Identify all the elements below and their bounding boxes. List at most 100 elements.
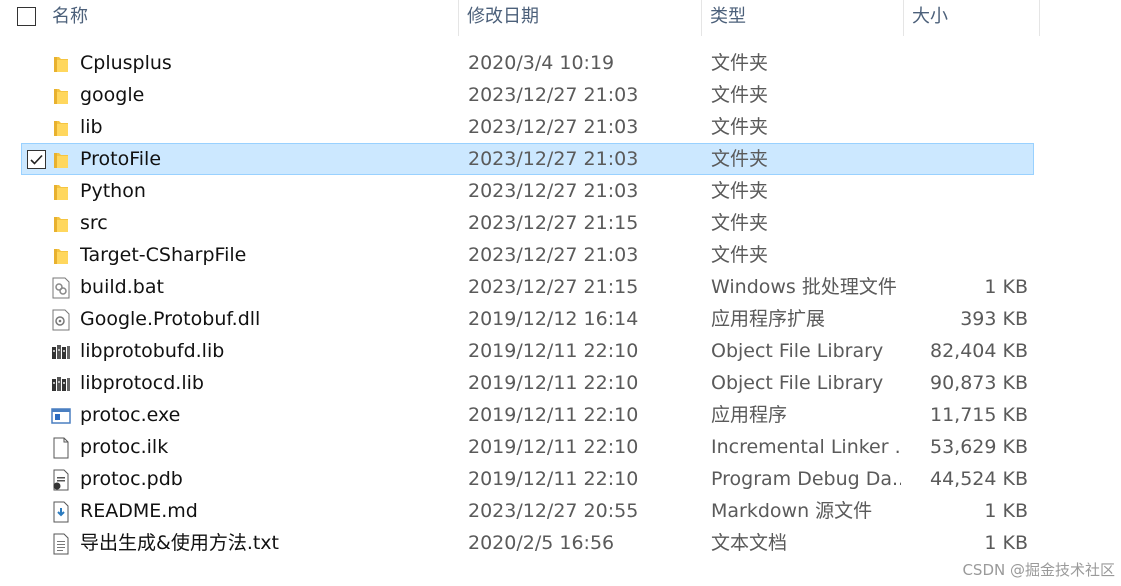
sort-ascending-icon: ^	[277, 0, 287, 3]
file-size	[892, 48, 1028, 78]
file-size	[892, 208, 1028, 238]
file-row[interactable]: lib 2023/12/27 21:03 文件夹	[21, 111, 1034, 143]
file-name: ProtoFile	[80, 148, 162, 170]
file-type: 文件夹	[711, 212, 769, 234]
column-size-label: 大小	[912, 6, 948, 27]
file-row[interactable]: ProtoFile 2023/12/27 21:03 文件夹	[21, 143, 1034, 175]
column-header-date[interactable]: 修改日期	[459, 0, 702, 36]
file-date: 2020/3/4 10:19	[468, 52, 615, 74]
file-name: Cplusplus	[80, 52, 172, 74]
file-size: 1 KB	[984, 532, 1028, 554]
file-type: 文件夹	[711, 244, 769, 266]
folder-icon	[51, 149, 71, 171]
pdb-file-icon	[51, 469, 71, 491]
file-row[interactable]: protoc.pdb 2019/12/11 22:10 Program Debug …	[21, 463, 1034, 495]
file-size: 1 KB	[984, 500, 1028, 522]
file-date: 2023/12/27 21:03	[468, 84, 639, 106]
file-name: google	[80, 84, 145, 106]
file-type: 文件夹	[711, 148, 769, 170]
file-type: Windows 批处理文件	[711, 276, 897, 298]
file-name: lib	[80, 116, 103, 138]
file-row[interactable]: README.md 2023/12/27 20:55 Markdown 源文件 1 K…	[21, 495, 1034, 527]
library-file-icon	[51, 341, 71, 363]
file-size	[892, 240, 1028, 270]
checkmark-icon	[30, 154, 43, 165]
file-size	[892, 80, 1028, 110]
file-name: 导出生成&使用方法.txt	[80, 532, 279, 554]
file-date: 2019/12/11 22:10	[468, 372, 639, 394]
row-checkbox[interactable]	[27, 150, 46, 169]
file-type: 文件夹	[711, 52, 769, 74]
file-date: 2023/12/27 20:55	[468, 500, 639, 522]
file-date: 2019/12/11 22:10	[468, 340, 639, 362]
markdown-file-icon	[51, 501, 71, 523]
folder-icon	[51, 245, 71, 267]
column-type-label: 类型	[710, 6, 746, 27]
file-row[interactable]: build.bat 2023/12/27 21:15 Windows 批处理文件 1 …	[21, 271, 1034, 303]
file-size: 90,873 KB	[929, 372, 1028, 394]
file-row[interactable]: 导出生成&使用方法.txt 2020/2/5 16:56 文本文档 1 KB	[21, 527, 1034, 559]
file-size	[892, 176, 1028, 206]
file-type: Markdown 源文件	[711, 500, 873, 522]
batch-file-icon	[51, 277, 71, 299]
folder-icon	[51, 181, 71, 203]
exe-file-icon	[51, 405, 71, 427]
file-row[interactable]: protoc.exe 2019/12/11 22:10 应用程序 11,715 KB	[21, 399, 1034, 431]
file-name: Google.Protobuf.dll	[80, 308, 261, 330]
select-all-checkbox[interactable]	[17, 7, 36, 26]
column-date-label: 修改日期	[467, 6, 539, 27]
file-name: src	[80, 212, 108, 234]
column-name-label: 名称	[52, 6, 88, 27]
file-explorer: 名称 ^ 修改日期 类型 大小 Cplusplus 2020/3/4 10:19 文…	[0, 0, 1121, 586]
file-row[interactable]: Google.Protobuf.dll 2019/12/12 16:14 应用程序扩…	[21, 303, 1034, 335]
file-type: Object File Library	[711, 340, 884, 362]
folder-icon	[51, 213, 71, 235]
file-name: build.bat	[80, 276, 164, 298]
file-date: 2023/12/27 21:03	[468, 148, 639, 170]
file-type: 文件夹	[711, 84, 769, 106]
file-row[interactable]: Cplusplus 2020/3/4 10:19 文件夹	[21, 47, 1034, 79]
folder-icon	[51, 85, 71, 107]
file-name: protoc.pdb	[80, 468, 183, 490]
file-size	[892, 112, 1028, 142]
file-type: Incremental Linker ...	[711, 436, 901, 458]
file-size: 82,404 KB	[929, 340, 1028, 362]
file-size: 53,629 KB	[929, 436, 1028, 458]
column-header-size[interactable]: 大小	[904, 0, 1040, 36]
file-type: 文件夹	[711, 180, 769, 202]
blank-file-icon	[51, 437, 71, 459]
file-name: libprotobufd.lib	[80, 340, 225, 362]
file-type: Object File Library	[711, 372, 884, 394]
file-date: 2020/2/5 16:56	[468, 532, 615, 554]
column-header-name[interactable]: 名称 ^	[44, 0, 459, 36]
file-name: Target-CSharpFile	[80, 244, 247, 266]
file-row[interactable]: Python 2023/12/27 21:03 文件夹	[21, 175, 1034, 207]
file-date: 2019/12/12 16:14	[468, 308, 639, 330]
file-date: 2019/12/11 22:10	[468, 436, 639, 458]
file-row[interactable]: libprotocd.lib 2019/12/11 22:10 Object Fil…	[21, 367, 1034, 399]
file-row[interactable]: google 2023/12/27 21:03 文件夹	[21, 79, 1034, 111]
file-row[interactable]: src 2023/12/27 21:15 文件夹	[21, 207, 1034, 239]
file-size	[892, 144, 1028, 174]
file-date: 2023/12/27 21:03	[468, 244, 639, 266]
file-row[interactable]: libprotobufd.lib 2019/12/11 22:10 Object F…	[21, 335, 1034, 367]
file-name: Python	[80, 180, 146, 202]
folder-icon	[51, 53, 71, 75]
file-row[interactable]: Target-CSharpFile 2023/12/27 21:03 文件夹	[21, 239, 1034, 271]
dll-file-icon	[51, 309, 71, 331]
watermark: CSDN @掘金技术社区	[962, 561, 1115, 579]
file-type: 文本文档	[711, 532, 788, 554]
column-header: 名称 ^ 修改日期 类型 大小	[0, 0, 1121, 36]
column-header-type[interactable]: 类型	[702, 0, 904, 36]
file-date: 2023/12/27 21:15	[468, 276, 639, 298]
file-name: protoc.exe	[80, 404, 181, 426]
file-size: 44,524 KB	[929, 468, 1028, 490]
file-type: 文件夹	[711, 116, 769, 138]
file-row[interactable]: protoc.ilk 2019/12/11 22:10 Incremental Li…	[21, 431, 1034, 463]
file-date: 2019/12/11 22:10	[468, 404, 639, 426]
library-file-icon	[51, 373, 71, 395]
file-type: Program Debug Da...	[711, 468, 901, 490]
folder-icon	[51, 117, 71, 139]
file-type: 应用程序扩展	[711, 308, 826, 330]
file-date: 2019/12/11 22:10	[468, 468, 639, 490]
